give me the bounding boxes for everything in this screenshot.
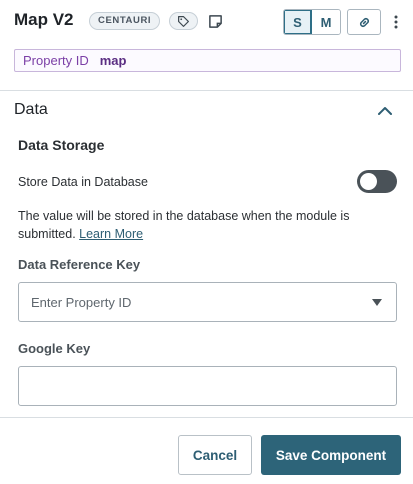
- panel-header: Map V2 CENTAURI S M: [0, 0, 413, 42]
- size-m-button[interactable]: M: [312, 10, 340, 34]
- size-s-button[interactable]: S: [284, 10, 312, 34]
- note-button[interactable]: [206, 12, 224, 30]
- google-key-label: Google Key: [18, 341, 91, 356]
- link-button[interactable]: [347, 9, 381, 35]
- property-id-field[interactable]: Property ID map: [14, 49, 401, 72]
- size-toggle-group: S M: [283, 9, 341, 35]
- property-id-label: Property ID: [23, 53, 89, 68]
- data-storage-title: Data Storage: [18, 137, 105, 153]
- google-key-input[interactable]: [18, 366, 397, 406]
- toggle-knob: [360, 173, 377, 190]
- link-icon: [359, 17, 369, 27]
- caret-down-icon: [372, 299, 382, 306]
- footer-divider: [0, 417, 413, 418]
- more-options-button[interactable]: [389, 9, 403, 35]
- store-data-label: Store Data in Database: [18, 175, 148, 189]
- cancel-button[interactable]: Cancel: [178, 435, 252, 475]
- help-text: The value will be stored in the database…: [18, 209, 350, 241]
- learn-more-link[interactable]: Learn More: [79, 227, 143, 241]
- chevron-up-icon[interactable]: [376, 102, 394, 120]
- store-data-toggle[interactable]: [357, 170, 397, 193]
- header-divider: [0, 90, 413, 91]
- tag-icon: [178, 15, 189, 27]
- store-data-help: The value will be stored in the database…: [18, 207, 378, 243]
- note-icon: [208, 14, 222, 28]
- environment-badge: CENTAURI: [89, 12, 161, 30]
- select-placeholder: Enter Property ID: [31, 294, 132, 310]
- component-title: Map V2: [14, 10, 74, 29]
- tag-button[interactable]: [169, 12, 198, 30]
- more-vertical-icon: [394, 15, 398, 29]
- save-component-button[interactable]: Save Component: [261, 435, 401, 475]
- data-reference-key-label: Data Reference Key: [18, 257, 141, 272]
- data-reference-key-select[interactable]: Enter Property ID: [18, 282, 397, 322]
- section-title-data: Data: [14, 101, 48, 118]
- property-id-value: map: [99, 53, 127, 68]
